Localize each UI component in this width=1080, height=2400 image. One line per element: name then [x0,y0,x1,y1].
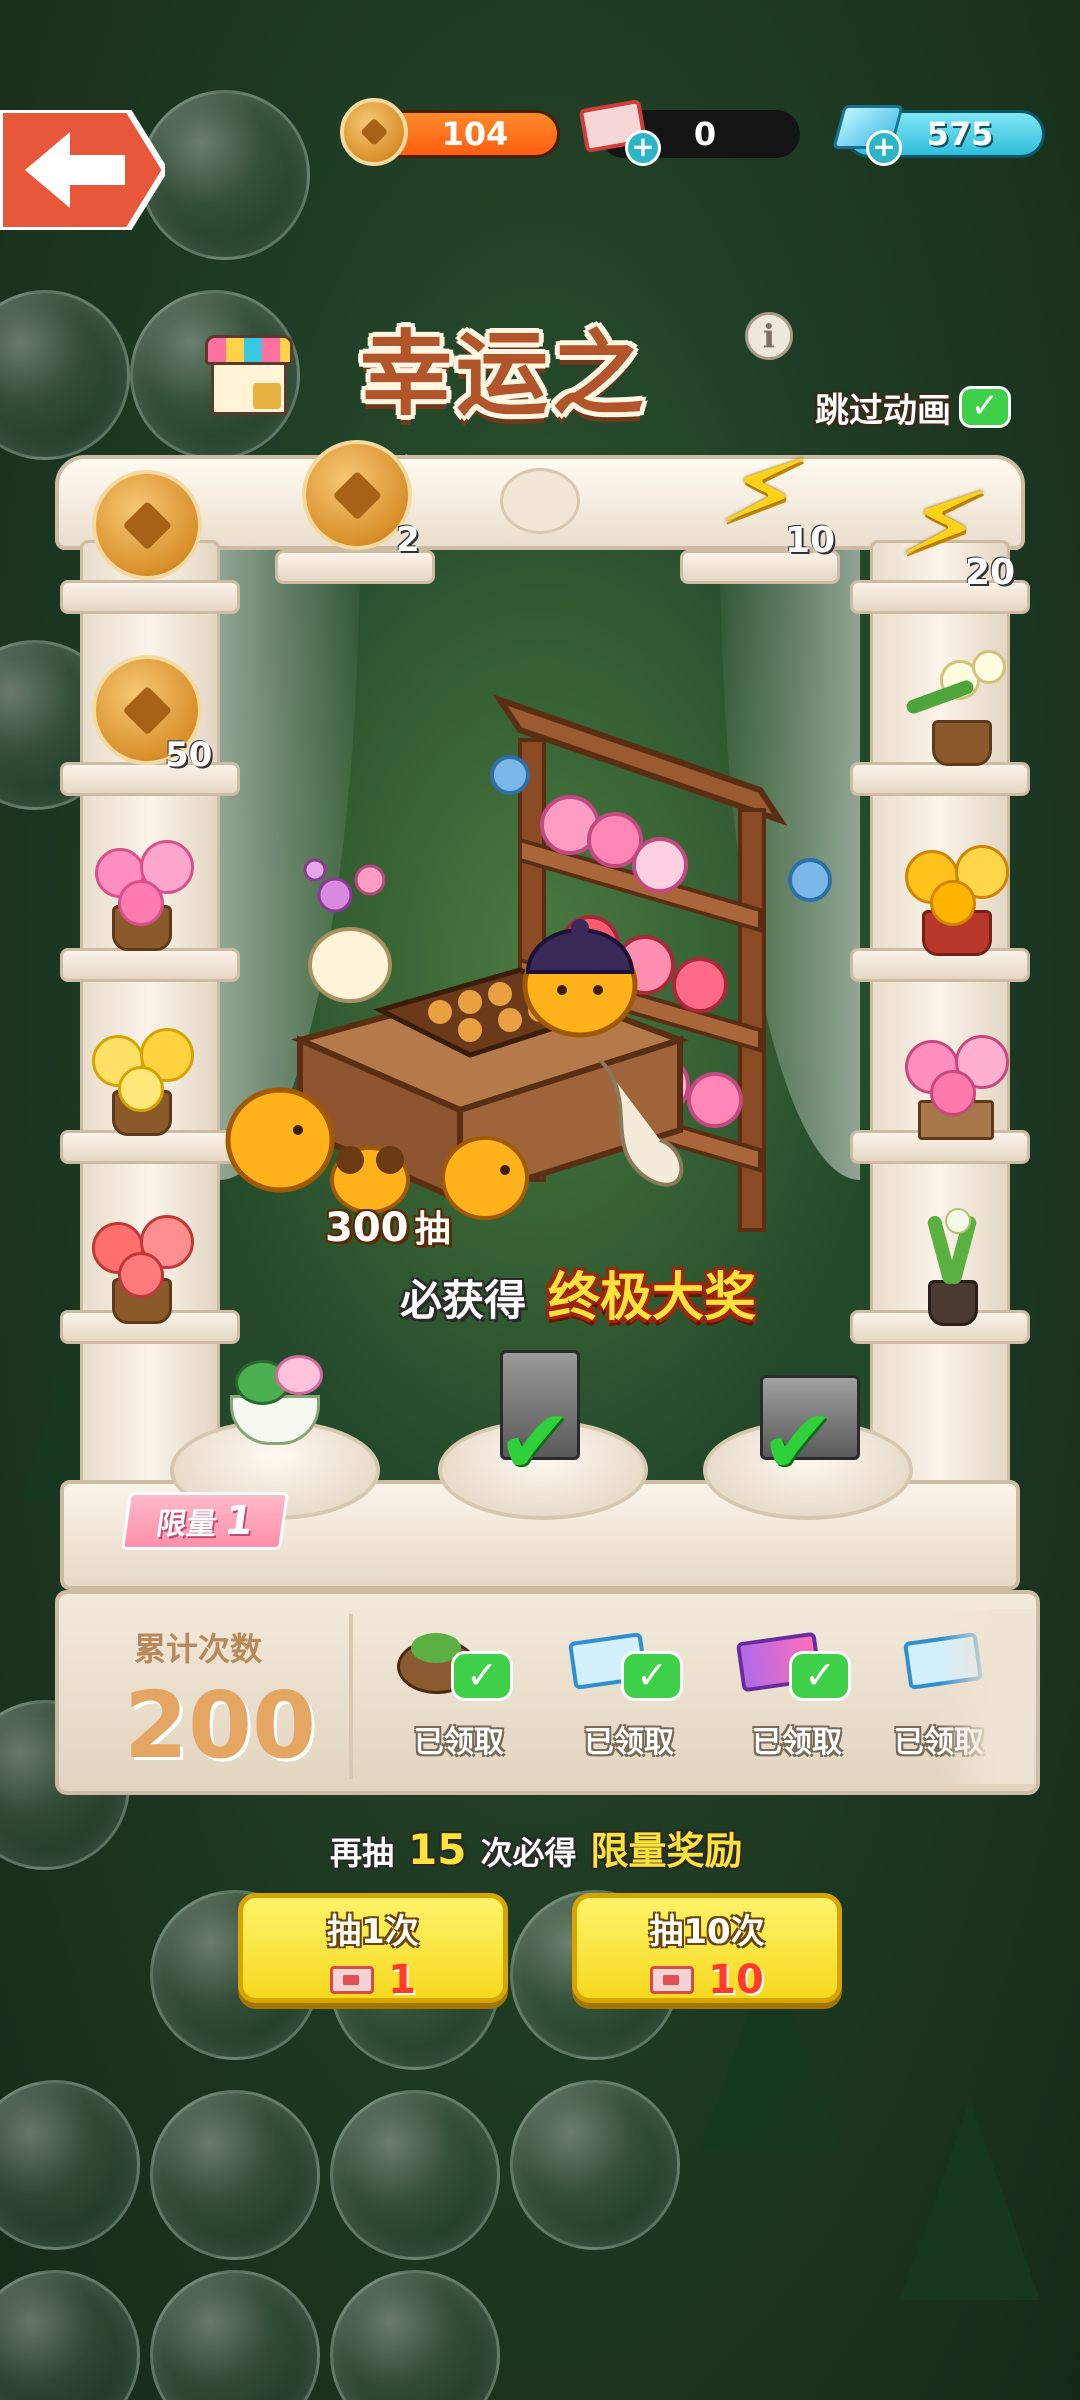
background-bubble [330,2090,500,2260]
diamond-count: 575 [926,115,994,153]
checkmark-icon: ✓ [959,386,1011,428]
add-diamond-icon[interactable]: + [866,130,902,166]
add-ticket-icon[interactable]: + [625,130,661,166]
background-bubble [150,2270,320,2400]
checkmark-icon: ✔ [760,1390,836,1495]
reward-status: 已领取 [414,1725,504,1760]
promo-grand-prize: 终极大奖 [548,1268,757,1328]
back-button[interactable] [0,107,169,233]
reward-status: 已领取 [752,1725,842,1760]
progress-value: 200 [124,1672,317,1779]
draw-hint: 再抽 15 次必得 限量奖励 [330,1820,743,1875]
page-title: 幸运之窗 [360,320,649,561]
background-bubble [0,2080,140,2250]
promo-draws-suffix: 抽 [414,1209,451,1250]
background-bubble [0,290,130,460]
prize-coin [92,470,202,580]
draw-once-cost: 1 [388,1957,416,2003]
limited-label: 限量 [154,1507,220,1542]
skip-animation-label: 跳过动画 [815,390,951,431]
prize-coin-count-left: 50 [165,735,213,775]
draw-once-label: 抽1次 [327,1912,419,1952]
limited-count: 1 [221,1498,257,1544]
prize-bolt-count: 20 [965,552,1016,593]
promo-guarantee: 必获得 终极大奖 [400,1255,756,1330]
checkmark-icon: ✓ [451,1651,513,1701]
skip-animation-toggle[interactable]: 跳过动画 ✓ [815,380,1045,434]
checkmark-icon: ✓ [621,1651,683,1701]
background-bubble [330,2270,500,2400]
draw-ten-cost: 10 [708,1957,764,2003]
ticket-icon [330,1966,375,1994]
progress-reward-item[interactable]: ✓ 已领取 [559,1619,699,1760]
progress-reward-item[interactable]: ✓ 已领取 [727,1619,867,1760]
background-bubble [510,2080,680,2250]
draw-ten-button[interactable]: 抽10次 10 [572,1893,842,2003]
hint-prefix: 再抽 [330,1834,395,1872]
progress-label: 累计次数 [134,1630,263,1668]
checkmark-icon: ✓ [789,1651,851,1701]
hint-count: 15 [408,1825,467,1874]
coin-count: 104 [441,115,509,153]
ticket-count: 0 [693,115,717,153]
draw-ten-label: 抽10次 [649,1912,765,1952]
prize-bolt-count: 10 [785,520,836,561]
background-bubble [150,2090,320,2260]
lotus-pot-icon [225,1340,325,1450]
ticket-icon [650,1966,695,1994]
hint-reward: 限量奖励 [590,1829,743,1873]
limited-tag: 限量 1 [120,1492,290,1550]
progress-panel: 累计次数 200 ✓ 已领取 ✓ 已领取 ✓ 已领取 已领取 [55,1590,1040,1795]
hint-middle: 次必得 [480,1834,577,1872]
draw-once-button[interactable]: 抽1次 1 [238,1893,508,2003]
promo-draws-number: 300 [325,1205,409,1251]
reward-status: 已领取 [584,1725,674,1760]
promo-draw-count: 300 抽 [325,1200,451,1252]
background-bubble [0,2270,140,2400]
back-arrow-icon [0,107,169,233]
info-icon[interactable]: i [745,312,793,360]
prize-coin-count: 2 [396,520,420,560]
shop-icon[interactable] [205,335,293,417]
background-bubble [140,90,310,260]
coin-icon [340,98,408,166]
progress-reward-item[interactable]: ✓ 已领取 [389,1619,529,1760]
checkmark-icon: ✔ [497,1390,573,1495]
promo-guarantee-text: 必获得 [400,1276,527,1325]
